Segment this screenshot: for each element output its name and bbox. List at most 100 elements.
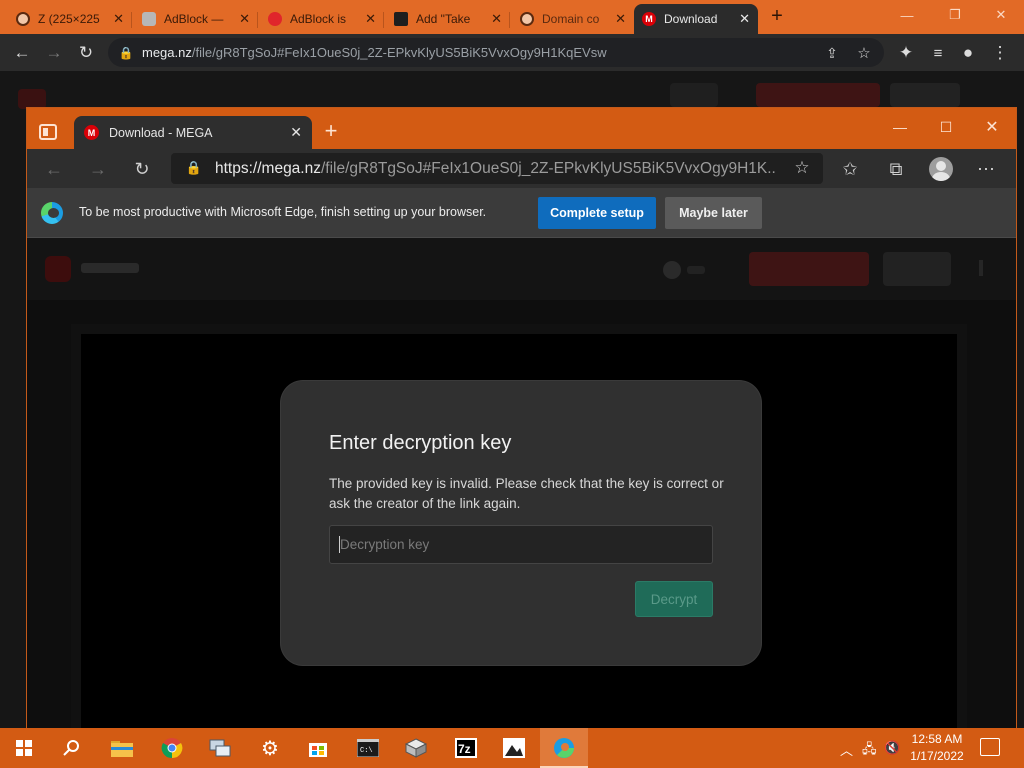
chrome-tab-title: Add "Take — [416, 12, 471, 26]
tab-actions-icon[interactable] — [39, 124, 57, 140]
maybe-later-button[interactable]: Maybe later — [665, 197, 762, 229]
file-explorer-button[interactable] — [98, 728, 146, 768]
menu-icon[interactable]: ⋮ — [988, 41, 1012, 65]
edge-url-host: mega.nz — [261, 160, 321, 177]
globe-icon — [16, 12, 30, 26]
chrome-button[interactable] — [148, 728, 196, 768]
edge-window: M Download - MEGA ✕ + — ☐ ✕ ← → ↻ 🔒 http… — [27, 108, 1016, 728]
forward-icon[interactable]: → — [85, 156, 111, 182]
mega-header — [27, 238, 1016, 300]
profile-icon[interactable]: ● — [956, 41, 980, 65]
photos-button[interactable] — [490, 728, 538, 768]
maximize-button[interactable]: ☐ — [923, 112, 969, 142]
folder-icon — [111, 741, 133, 757]
reload-icon[interactable]: ↻ — [74, 41, 98, 65]
globe-icon — [520, 12, 534, 26]
edge-url-path: /file/gR8TgSoJ#FeIx1OueS0j_2Z-EPkvKlyUS5… — [320, 160, 775, 177]
7zip-button[interactable]: 7z — [442, 728, 490, 768]
settings-button[interactable]: ⚙ — [246, 728, 294, 768]
chrome-tab-active[interactable]: M Download ✕ — [634, 4, 758, 34]
taskbar: ⚙ C:\ 7z ︿ 🖧 🔇 12:58 AM 1/17/2022 — [0, 728, 1024, 768]
close-icon[interactable]: ✕ — [739, 11, 750, 27]
edge-tab-active[interactable]: M Download - MEGA ✕ — [74, 116, 312, 149]
new-tab-button[interactable]: + — [319, 120, 343, 144]
collections-icon[interactable]: ⧉ — [883, 156, 909, 182]
text-caret — [339, 536, 340, 553]
network-app-button[interactable] — [196, 728, 244, 768]
decryption-key-input[interactable] — [329, 525, 713, 564]
close-icon[interactable]: ✕ — [113, 11, 124, 27]
close-icon[interactable]: ✕ — [491, 11, 502, 27]
mega-wordmark — [81, 263, 139, 273]
svg-text:C:\: C:\ — [360, 747, 373, 755]
extension-icon — [394, 12, 408, 26]
search-button[interactable] — [48, 728, 96, 768]
edge-title-bar: M Download - MEGA ✕ + — ☐ ✕ — [27, 108, 1016, 149]
chrome-toolbar: ← → ↻ 🔒 mega.nz/file/gR8TgSoJ#FeIx1OueS0… — [0, 34, 1024, 71]
close-icon[interactable]: ✕ — [615, 11, 626, 27]
chrome-address-bar[interactable]: 🔒 mega.nz/file/gR8TgSoJ#FeIx1OueS0j_2Z-E… — [108, 38, 884, 67]
chrome-tab[interactable]: AdBlock is ✕ — [260, 4, 384, 34]
chrome-url: mega.nz/file/gR8TgSoJ#FeIx1OueS0j_2Z-EPk… — [142, 45, 607, 60]
edge-taskbar-button[interactable] — [540, 728, 588, 768]
volume-muted-icon[interactable]: 🔇 — [884, 740, 900, 756]
chrome-page-button — [756, 83, 880, 107]
new-tab-button[interactable]: + — [766, 6, 788, 28]
edge-address-bar[interactable]: 🔒 https://mega.nz/file/gR8TgSoJ#FeIx1Oue… — [171, 153, 823, 184]
package-app-button[interactable] — [392, 728, 440, 768]
network-computers-icon — [209, 739, 231, 757]
favorites-icon[interactable]: ✩ — [837, 156, 863, 182]
close-icon[interactable]: ✕ — [239, 11, 250, 27]
notification-icon[interactable] — [980, 738, 1000, 756]
media-icon[interactable]: ≡ — [926, 41, 950, 65]
chrome-tab[interactable]: Domain co ✕ — [512, 4, 634, 34]
minimize-button[interactable]: — — [877, 112, 923, 142]
chrome-tab-title: AdBlock is — [290, 12, 347, 26]
edge-icon — [554, 738, 574, 758]
terminal-button[interactable]: C:\ — [344, 728, 392, 768]
add-favorite-icon[interactable]: ☆ — [789, 155, 815, 181]
lock-icon[interactable]: 🔒 — [114, 41, 138, 65]
system-clock[interactable]: 12:58 AM 1/17/2022 — [902, 731, 972, 765]
close-icon[interactable]: ✕ — [290, 124, 302, 141]
chrome-tab-title: Z (225×225 — [38, 12, 100, 26]
store-icon — [309, 743, 327, 757]
store-button[interactable] — [294, 728, 342, 768]
search-icon — [63, 740, 79, 756]
minimize-button[interactable]: — — [884, 0, 930, 30]
back-icon[interactable]: ← — [41, 156, 67, 182]
settings-more-icon[interactable]: ⋯ — [973, 156, 999, 182]
decryption-key-dialog: Enter decryption key The provided key is… — [281, 381, 761, 665]
restore-button[interactable]: ❐ — [932, 0, 978, 30]
bookmark-star-icon[interactable]: ☆ — [852, 41, 876, 65]
close-window-button[interactable]: ✕ — [978, 0, 1024, 30]
edge-tab-title: Download - MEGA — [109, 125, 213, 140]
network-icon[interactable]: 🖧 — [862, 740, 877, 762]
close-window-button[interactable]: ✕ — [969, 112, 1015, 142]
forward-icon[interactable]: → — [42, 41, 66, 65]
back-icon[interactable]: ← — [10, 41, 34, 65]
profile-avatar-icon[interactable] — [929, 157, 953, 181]
close-icon[interactable]: ✕ — [365, 11, 376, 27]
lock-icon[interactable]: 🔒 — [181, 155, 207, 181]
clock-date: 1/17/2022 — [910, 749, 964, 763]
menu-icon — [979, 260, 983, 276]
chrome-tab[interactable]: Z (225×225 ✕ — [8, 4, 132, 34]
adblock-icon — [142, 12, 156, 26]
edge-toolbar: ← → ↻ 🔒 https://mega.nz/file/gR8TgSoJ#Fe… — [27, 149, 1016, 188]
complete-setup-button[interactable]: Complete setup — [538, 197, 656, 229]
start-button[interactable] — [0, 728, 48, 768]
chevron-up-icon[interactable]: ︿ — [840, 740, 853, 759]
language-label — [687, 266, 705, 274]
decrypt-button[interactable]: Decrypt — [635, 581, 713, 617]
refresh-icon[interactable]: ↻ — [129, 156, 155, 182]
infobar-message: To be most productive with Microsoft Edg… — [79, 205, 487, 219]
chrome-tab[interactable]: AdBlock — ✕ — [134, 4, 258, 34]
language-icon — [663, 261, 681, 279]
share-icon[interactable]: ⇪ — [820, 41, 844, 65]
chrome-tab[interactable]: Add "Take ✕ — [386, 4, 510, 34]
clock-time: 12:58 AM — [911, 732, 963, 746]
extensions-icon[interactable]: ✦ — [894, 41, 918, 65]
mega-logo — [45, 256, 71, 282]
windows-icon — [16, 740, 32, 756]
